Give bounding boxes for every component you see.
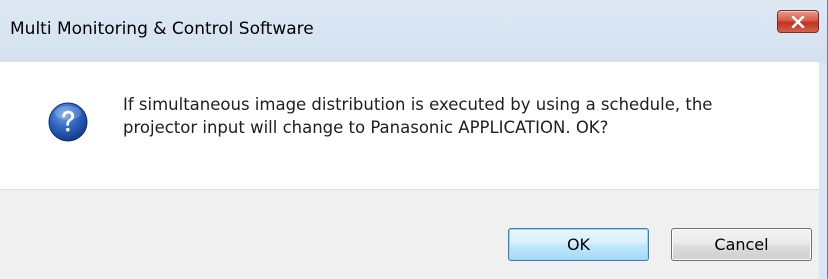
close-icon — [791, 15, 805, 28]
dialog-message: If simultaneous image distribution is ex… — [123, 93, 793, 139]
question-icon — [48, 102, 88, 142]
window-title: Multi Monitoring & Control Software — [10, 19, 314, 39]
close-button[interactable] — [777, 10, 819, 33]
ok-button[interactable]: OK — [508, 228, 649, 261]
cancel-button[interactable]: Cancel — [671, 228, 812, 261]
message-area: If simultaneous image distribution is ex… — [0, 62, 819, 189]
message-line-2: projector input will change to Panasonic… — [123, 118, 609, 137]
message-line-1: If simultaneous image distribution is ex… — [123, 95, 713, 114]
dialog-window: Multi Monitoring & Control Software If s… — [0, 0, 828, 279]
title-bar[interactable]: Multi Monitoring & Control Software — [0, 0, 827, 62]
button-bar: OK Cancel — [0, 189, 819, 279]
